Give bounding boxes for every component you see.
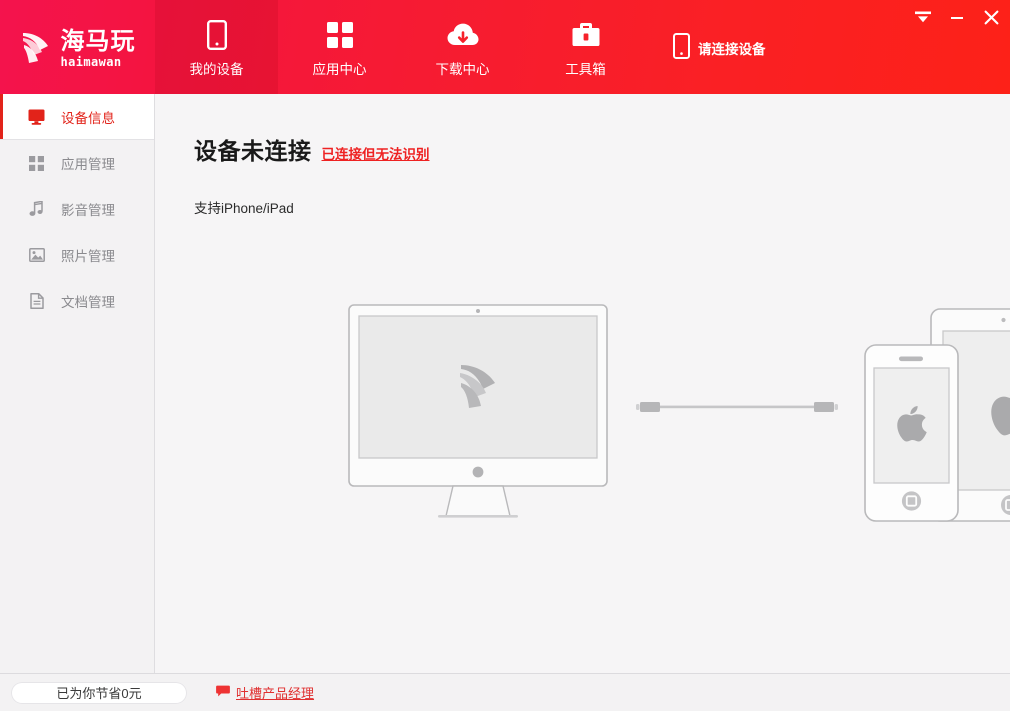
nav-label: 工具箱	[565, 61, 606, 77]
grid-icon	[326, 19, 353, 51]
photo-icon	[28, 247, 45, 264]
brand-name-cn: 海马玩	[60, 26, 136, 55]
feedback-label: 吐槽产品经理	[236, 686, 315, 701]
sidebar-item-photo-management[interactable]: 照片管理	[0, 232, 154, 278]
monitor-icon	[28, 108, 45, 125]
sidebar-item-label: 影音管理	[61, 203, 115, 218]
sidebar-item-document-management[interactable]: 文档管理	[0, 278, 154, 324]
sidebar-item-label: 照片管理	[61, 249, 115, 264]
sidebar: 设备信息 应用管理 影音管理 照片管理 文档管理	[0, 94, 155, 673]
supported-devices-label: 支持iPhone/iPad	[194, 201, 294, 216]
feedback-link[interactable]: 吐槽产品经理	[216, 683, 314, 702]
sidebar-item-label: 文档管理	[61, 295, 115, 310]
connected-but-unrecognized-link[interactable]: 已连接但无法识别	[322, 143, 430, 163]
brand-name-en: haimawan	[60, 54, 122, 69]
cloud-download-icon	[447, 19, 479, 51]
sidebar-item-label: 设备信息	[61, 110, 115, 126]
mobile-devices-illustration	[860, 303, 1010, 529]
document-icon	[28, 293, 45, 310]
usb-cable-illustration	[636, 399, 838, 415]
sidebar-item-device-info[interactable]: 设备信息	[0, 94, 154, 140]
brand-logo[interactable]: 海马玩 haimawan	[0, 0, 155, 94]
computer-illustration	[348, 304, 610, 522]
connect-illustration	[155, 299, 1010, 559]
nav-item-toolbox[interactable]: 工具箱	[524, 0, 647, 94]
nav-label: 下载中心	[435, 61, 490, 77]
window-controls	[912, 6, 1002, 28]
speech-bubble-icon	[216, 684, 230, 702]
phone-icon	[206, 19, 227, 51]
savings-label: 已为你节省0元	[56, 686, 142, 701]
nav-item-download-center[interactable]: 下载中心	[401, 0, 524, 94]
nav-label: 我的设备	[189, 61, 244, 77]
savings-badge: 已为你节省0元	[11, 681, 187, 704]
grid-icon	[28, 155, 45, 172]
app-header: 海马玩 haimawan 我的设备 应用中心 下载中心 工具箱 请连接设备	[0, 0, 1010, 94]
sidebar-item-media-management[interactable]: 影音管理	[0, 186, 154, 232]
app-window: 海马玩 haimawan 我的设备 应用中心 下载中心 工具箱 请连接设备 设备…	[0, 0, 1010, 711]
main-nav: 我的设备 应用中心 下载中心 工具箱	[155, 0, 647, 94]
main-content: 设备未连接 已连接但无法识别 支持iPhone/iPad	[155, 94, 1010, 673]
nav-label: 应用中心	[312, 61, 367, 77]
device-status-button[interactable]: 请连接设备	[673, 31, 766, 64]
phone-icon	[673, 32, 690, 64]
close-icon[interactable]	[980, 6, 1002, 28]
briefcase-icon	[572, 19, 600, 51]
music-note-icon	[28, 201, 45, 218]
nav-item-my-device[interactable]: 我的设备	[155, 0, 278, 94]
app-body: 设备信息 应用管理 影音管理 照片管理 文档管理 设备未连接 已连接但无法识别 …	[0, 94, 1010, 673]
minimize-icon[interactable]	[946, 6, 968, 28]
seahorse-logo-icon	[20, 30, 54, 66]
status-headline-row: 设备未连接 已连接但无法识别	[155, 94, 1010, 166]
menu-icon[interactable]	[912, 6, 934, 28]
page-title: 设备未连接	[194, 138, 312, 164]
device-status-label: 请连接设备	[698, 42, 766, 57]
nav-item-app-center[interactable]: 应用中心	[278, 0, 401, 94]
sidebar-item-app-management[interactable]: 应用管理	[0, 140, 154, 186]
status-bar: 已为你节省0元 吐槽产品经理	[0, 673, 1010, 711]
sidebar-item-label: 应用管理	[61, 157, 115, 172]
